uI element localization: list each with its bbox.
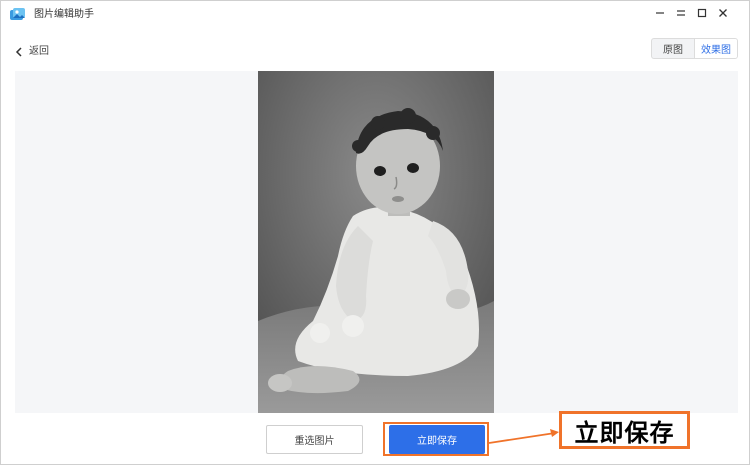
preview-area: [15, 71, 738, 413]
restore-icon[interactable]: [675, 6, 687, 20]
preview-photo: [258, 71, 494, 413]
tab-result[interactable]: 效果图: [694, 39, 737, 58]
save-button[interactable]: 立即保存: [389, 425, 485, 454]
title-bar: 图片编辑助手: [1, 1, 749, 29]
minimize-icon[interactable]: [654, 6, 666, 20]
view-toggle: 原图 效果图: [651, 38, 738, 59]
app-logo-icon: [9, 7, 26, 22]
window-controls: [654, 6, 729, 20]
back-button[interactable]: 返回: [15, 42, 49, 61]
close-icon[interactable]: [717, 6, 729, 20]
chevron-left-icon: [15, 42, 23, 61]
app-window: 图片编辑助手 返回 原图 效果图 重选图片 立即保存 立即保存: [0, 0, 750, 465]
tab-original[interactable]: 原图: [652, 39, 694, 58]
annotation-arrow: [489, 429, 559, 444]
reselect-image-button[interactable]: 重选图片: [266, 425, 363, 454]
app-title: 图片编辑助手: [34, 9, 94, 20]
back-label: 返回: [29, 45, 49, 57]
maximize-icon[interactable]: [696, 6, 708, 20]
annotation-callout: 立即保存: [559, 411, 690, 449]
